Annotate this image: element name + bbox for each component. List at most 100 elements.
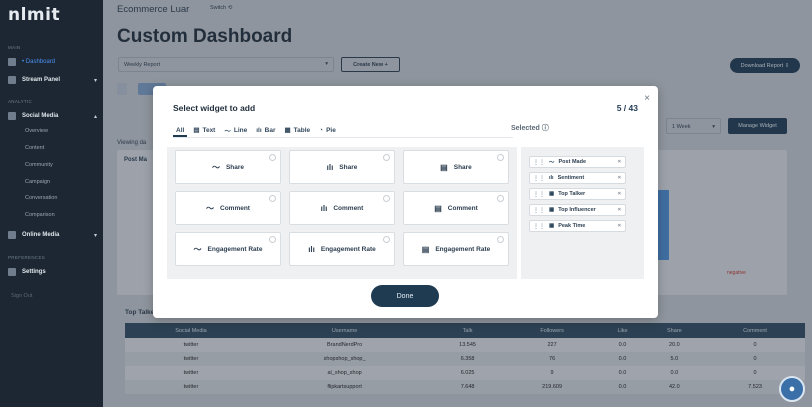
widget-card-label: Comment [447, 204, 478, 212]
table-icon: ▦ [549, 223, 555, 229]
sidebar-item-online-media[interactable]: Online Media ▾ [8, 229, 97, 241]
tab-text[interactable]: ▤ Text [193, 125, 215, 135]
tab-pie[interactable]: ◔ Pie [319, 125, 336, 135]
tab-line[interactable]: 〜 Line [224, 125, 247, 136]
widget-card-label: Share [453, 163, 472, 171]
sidebar-subitem-content[interactable]: Content [25, 145, 44, 151]
widget-card-label: Engagement Rate [320, 245, 376, 253]
text-icon: ▤ [440, 162, 448, 172]
modal-title: Select widget to add [173, 103, 256, 113]
selected-widget-label: Peak Time [558, 223, 586, 229]
widget-card[interactable]: 〜 Engagement Rate [175, 232, 281, 266]
sidebar-subitem-campaign[interactable]: Campaign [25, 179, 50, 185]
section-main: MAIN [8, 45, 21, 50]
line-chart-icon: 〜 [211, 162, 220, 172]
selected-label: Selected ⓘ [511, 125, 549, 132]
table-icon: ▦ [284, 127, 291, 134]
chevron-down-icon: ▾ [93, 77, 97, 84]
widget-card[interactable]: ▤ Engagement Rate [403, 232, 509, 266]
tab-all[interactable]: All [176, 125, 184, 135]
radio-icon[interactable] [269, 195, 276, 202]
tab-indicator [173, 135, 187, 137]
drag-handle-icon[interactable]: ⋮⋮ [533, 159, 545, 166]
text-icon: ▤ [421, 244, 430, 254]
radio-icon[interactable] [383, 154, 390, 161]
line-chart-icon: 〜 [224, 128, 231, 135]
bar-chart-icon: ılı [308, 244, 315, 254]
widget-card[interactable]: ▤ Share [403, 150, 509, 184]
remove-icon[interactable]: × [618, 159, 621, 165]
remove-icon[interactable]: × [618, 207, 621, 213]
remove-icon[interactable]: × [618, 223, 621, 229]
sidebar-subitem-comparison[interactable]: Comparison [25, 212, 55, 218]
info-icon: ⓘ [541, 125, 549, 132]
selected-widget-label: Top Influencer [558, 207, 596, 213]
sidebar-item-settings[interactable]: Settings [8, 266, 97, 278]
widget-card[interactable]: ılı Share [289, 150, 395, 184]
bar-chart-icon: ılı [549, 175, 554, 181]
drag-handle-icon[interactable]: ⋮⋮ [533, 207, 545, 214]
close-icon[interactable]: × [644, 93, 650, 104]
sidebar-item-label: Stream Panel [22, 77, 61, 83]
selected-widget-label: Top Talker [558, 191, 586, 197]
widget-card[interactable]: ılı Engagement Rate [289, 232, 395, 266]
sidebar-subitem-community[interactable]: Community [25, 162, 53, 168]
line-chart-icon: 〜 [193, 244, 202, 254]
pie-chart-icon: ◔ [319, 126, 324, 134]
sidebar-item-social-media[interactable]: Social Media ▴ [8, 110, 97, 122]
selected-widget-item[interactable]: ⋮⋮ ▦ Peak Time × [529, 220, 626, 232]
sidebar-item-label: Settings [22, 269, 46, 275]
news-icon [8, 231, 16, 239]
done-button[interactable]: Done [371, 285, 439, 307]
sidebar-item-dashboard[interactable]: • Dashboard [8, 56, 97, 68]
widget-count: 5 / 43 [616, 103, 638, 113]
remove-icon[interactable]: × [618, 191, 621, 197]
radio-icon[interactable] [383, 195, 390, 202]
radio-icon[interactable] [497, 195, 504, 202]
section-analytic: ANALYTIC [8, 99, 33, 104]
radio-icon[interactable] [269, 236, 276, 243]
widget-card-label: Comment [333, 204, 364, 212]
selected-widget-item[interactable]: ⋮⋮ 〜 Post Made × [529, 156, 626, 168]
section-preferences: PREFERENCES [8, 255, 46, 260]
widget-grid: 〜 Share ılı Share ▤ Share 〜 Comment ılı Comment ▤ C… [167, 147, 517, 279]
chevron-up-icon: ▴ [93, 113, 97, 120]
selected-widget-label: Sentiment [557, 175, 585, 181]
text-icon: ▤ [193, 127, 200, 134]
selected-widget-item[interactable]: ⋮⋮ ▦ Top Influencer × [529, 204, 626, 216]
chat-bubble-icon[interactable]: ● [779, 376, 805, 402]
drag-handle-icon[interactable]: ⋮⋮ [533, 175, 545, 182]
radio-icon[interactable] [497, 154, 504, 161]
sidebar-subitem-conversation[interactable]: Conversation [25, 195, 57, 201]
table-icon: ▦ [549, 191, 555, 197]
widget-card-label: Share [339, 163, 358, 171]
remove-icon[interactable]: × [618, 175, 621, 181]
social-icon [8, 112, 16, 120]
radio-icon[interactable] [383, 236, 390, 243]
radio-icon[interactable] [497, 236, 504, 243]
chevron-down-icon: ▾ [93, 232, 97, 239]
widget-card-label: Share [225, 163, 245, 171]
stream-icon [8, 76, 16, 84]
tab-table[interactable]: ▦ Table [285, 125, 311, 135]
selected-widget-item[interactable]: ⋮⋮ ▦ Top Talker × [529, 188, 626, 200]
line-chart-icon: 〜 [206, 203, 214, 213]
selected-widget-item[interactable]: ⋮⋮ ılı Sentiment × [529, 172, 626, 184]
sign-out-link[interactable]: Sign Out [11, 293, 32, 299]
widget-card[interactable]: 〜 Comment [175, 191, 281, 225]
radio-icon[interactable] [269, 154, 276, 161]
sidebar-item-label: Social Media [22, 113, 59, 119]
bar-chart-icon: ılı [326, 162, 334, 172]
text-icon: ▤ [434, 203, 442, 213]
widget-card[interactable]: ▤ Comment [403, 191, 509, 225]
bar-chart-icon: ılı [320, 203, 328, 213]
drag-handle-icon[interactable]: ⋮⋮ [533, 191, 545, 198]
sidebar-item-stream-panel[interactable]: Stream Panel ▾ [8, 74, 97, 86]
sidebar-subitem-overview[interactable]: Overview [25, 128, 48, 134]
line-chart-icon: 〜 [549, 160, 555, 166]
tab-bar[interactable]: ılı Bar [256, 125, 275, 135]
widget-card[interactable]: 〜 Share [175, 150, 281, 184]
widget-card[interactable]: ılı Comment [289, 191, 395, 225]
drag-handle-icon[interactable]: ⋮⋮ [533, 223, 545, 230]
tab-divider [173, 137, 513, 138]
